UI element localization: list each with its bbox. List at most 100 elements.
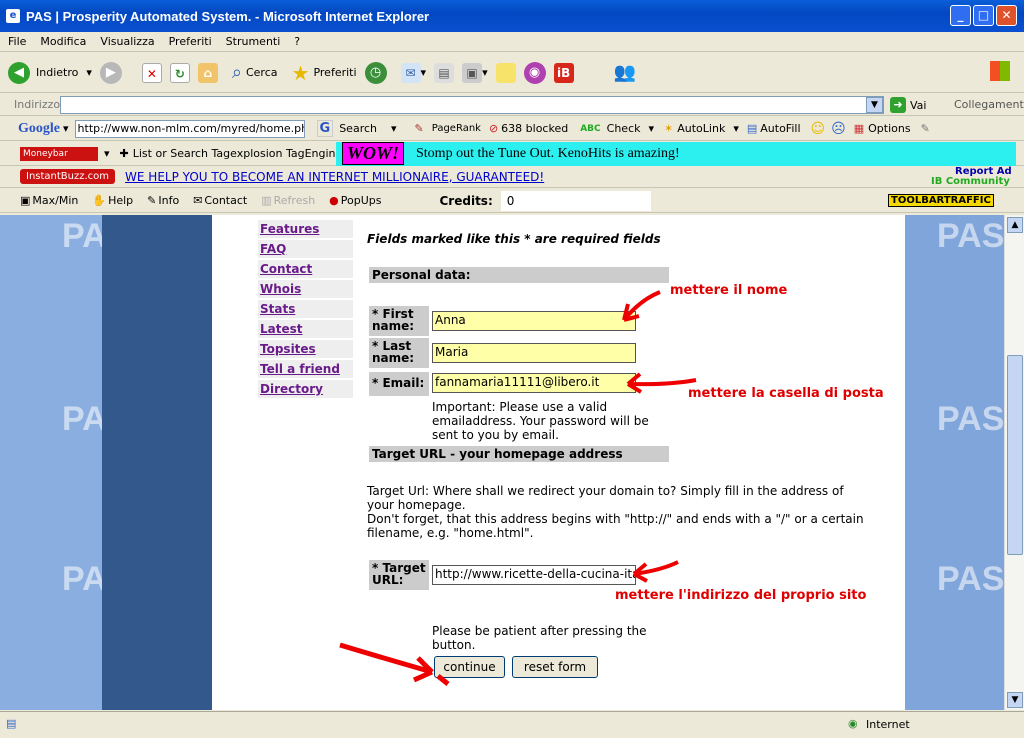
- tagexplosion-link[interactable]: List or Search Tagexplosion TagEngine: [133, 147, 343, 160]
- home-button[interactable]: ⌂: [197, 62, 218, 83]
- nav-topsites[interactable]: Topsites: [258, 340, 353, 358]
- smiley-icon[interactable]: ☺: [811, 121, 826, 137]
- address-dropdown-icon[interactable]: ▼: [866, 97, 883, 113]
- favorites-button[interactable]: ★ Preferiti: [292, 61, 357, 85]
- search-button[interactable]: ⌕ Cerca: [232, 62, 278, 83]
- title-bar: e PAS | Prosperity Automated System. - M…: [0, 0, 1024, 32]
- maxmin-icon: ▣: [20, 194, 31, 207]
- nav-whois[interactable]: Whois: [258, 280, 353, 298]
- toolbartraffic-logo[interactable]: TOOLBARTRAFFIC: [888, 194, 994, 207]
- nav-contact[interactable]: Contact: [258, 260, 353, 278]
- moneybar-logo[interactable]: Moneybar: [20, 146, 98, 161]
- reset-form-button[interactable]: reset form: [512, 656, 598, 678]
- edit-button[interactable]: ▣ ▾: [462, 62, 488, 83]
- links-label[interactable]: Collegamenti: [954, 98, 1024, 111]
- contact-icon: ✉: [193, 194, 203, 207]
- google-url-field[interactable]: http://www.non-mlm.com/myred/home.php: [74, 119, 305, 138]
- last-name-field[interactable]: Maria: [432, 343, 636, 363]
- kenohits-banner[interactable]: WOW! Stomp out the Tune Out. KenoHits is…: [336, 142, 1016, 166]
- vertical-scrollbar[interactable]: ▲ ▼: [1004, 215, 1024, 710]
- frown-icon[interactable]: ☹: [831, 121, 846, 137]
- nav-tell-a-friend[interactable]: Tell a friend: [258, 360, 353, 378]
- autolink-button[interactable]: AutoLink: [677, 122, 725, 135]
- annotation-email: mettere la casella di posta: [688, 386, 884, 401]
- people-icon: 👥: [613, 62, 637, 83]
- pencil-icon[interactable]: ✎: [921, 122, 930, 135]
- scroll-up-icon[interactable]: ▲: [1007, 217, 1023, 233]
- menu-file[interactable]: File: [8, 35, 26, 48]
- google-logo[interactable]: Google: [18, 121, 60, 137]
- ib-community-link[interactable]: IB Community: [931, 176, 1010, 187]
- menu-modifica[interactable]: Modifica: [40, 35, 86, 48]
- menu-strumenti[interactable]: Strumenti: [226, 35, 281, 48]
- first-name-field[interactable]: Anna: [432, 311, 636, 331]
- pagerank-label: PageRank: [431, 123, 481, 134]
- messenger-button[interactable]: ◉: [523, 61, 546, 84]
- target-url-description: Target Url: Where shall we redirect your…: [367, 484, 844, 512]
- contacts-button[interactable]: 👥: [614, 62, 636, 83]
- menu-preferiti[interactable]: Preferiti: [169, 35, 212, 48]
- check-button[interactable]: Check: [607, 122, 641, 135]
- email-field[interactable]: fannamaria11111@libero.it: [432, 373, 636, 393]
- autolink-icon: ✶: [664, 122, 674, 135]
- search-label: Cerca: [245, 66, 278, 79]
- maximize-button[interactable]: □: [973, 5, 994, 26]
- email-important-note: Important: Please use a valid emailaddre…: [432, 400, 649, 442]
- address-input[interactable]: [60, 96, 884, 114]
- stop-button[interactable]: ✕: [141, 62, 162, 83]
- help-button[interactable]: Help: [108, 194, 133, 207]
- page-status-icon: ▤: [6, 717, 17, 730]
- google-search-button[interactable]: G Search ▾: [316, 120, 397, 137]
- target-url-field[interactable]: http://www.ricette-della-cucina-itali: [432, 565, 636, 585]
- nav-faq[interactable]: FAQ: [258, 240, 353, 258]
- scroll-down-icon[interactable]: ▼: [1007, 692, 1023, 708]
- autofill-button[interactable]: AutoFill: [760, 122, 800, 135]
- note-button[interactable]: [495, 62, 516, 83]
- autofill-icon: ▤: [746, 122, 758, 135]
- personal-data-header: Personal data:: [369, 267, 669, 283]
- news-icon[interactable]: ✎: [415, 122, 424, 135]
- maxmin-button[interactable]: Max/Min: [32, 194, 78, 207]
- refresh-pas-button[interactable]: Refresh: [274, 194, 316, 207]
- close-button[interactable]: ✕: [996, 5, 1017, 26]
- menu-bar: File Modifica Visualizza Preferiti Strum…: [0, 32, 1024, 52]
- history-button[interactable]: ◷: [364, 61, 387, 84]
- annotation-name: mettere il nome: [670, 283, 788, 298]
- spellcheck-icon: ABC: [580, 123, 601, 134]
- history-icon: ◷: [364, 61, 387, 84]
- print-button[interactable]: ▤: [434, 62, 455, 83]
- go-button[interactable]: ➜ Vai: [890, 97, 926, 113]
- right-band: PAS PAS PAS: [905, 215, 1004, 710]
- nav-stats[interactable]: Stats: [258, 300, 353, 318]
- mail-button[interactable]: ✉ ▾: [400, 62, 426, 83]
- google-toolbar: Google ▾ http://www.non-mlm.com/myred/hom…: [0, 117, 1024, 141]
- scroll-thumb[interactable]: [1007, 355, 1023, 555]
- refresh-button[interactable]: ↻: [169, 62, 190, 83]
- info-button[interactable]: Info: [158, 194, 179, 207]
- contact-button[interactable]: Contact: [204, 194, 247, 207]
- menu-help[interactable]: ?: [294, 35, 300, 48]
- nav-directory[interactable]: Directory: [258, 380, 353, 398]
- go-arrow-icon: ➜: [890, 97, 906, 113]
- popups-icon: ●: [329, 194, 339, 207]
- blocked-count[interactable]: 638 blocked: [501, 122, 568, 135]
- ib-icon: iB: [553, 62, 574, 83]
- address-label: Indirizzo: [14, 98, 61, 111]
- nav-features[interactable]: Features: [258, 220, 353, 238]
- continue-button[interactable]: continue: [434, 656, 505, 678]
- popups-button[interactable]: PopUps: [341, 194, 382, 207]
- stop-icon: ✕: [141, 62, 162, 83]
- required-note: Fields marked like this * are required f…: [367, 232, 661, 246]
- last-name-label: * Last name:: [369, 338, 429, 368]
- nav-latest[interactable]: Latest: [258, 320, 353, 338]
- menu-visualizza[interactable]: Visualizza: [100, 35, 154, 48]
- instantbuzz-logo[interactable]: InstantBuzz.com: [20, 169, 116, 184]
- instantbuzz-ad-link[interactable]: WE HELP YOU TO BECOME AN INTERNET MILLIO…: [125, 170, 544, 184]
- options-icon: ▦: [853, 122, 865, 135]
- forward-button[interactable]: ▶: [99, 61, 122, 84]
- credits-value: 0: [500, 190, 651, 211]
- minimize-button[interactable]: _: [950, 5, 971, 26]
- back-button[interactable]: ◀ Indietro ▾: [8, 61, 92, 84]
- options-button[interactable]: Options: [868, 122, 910, 135]
- ib-button[interactable]: iB: [553, 62, 574, 83]
